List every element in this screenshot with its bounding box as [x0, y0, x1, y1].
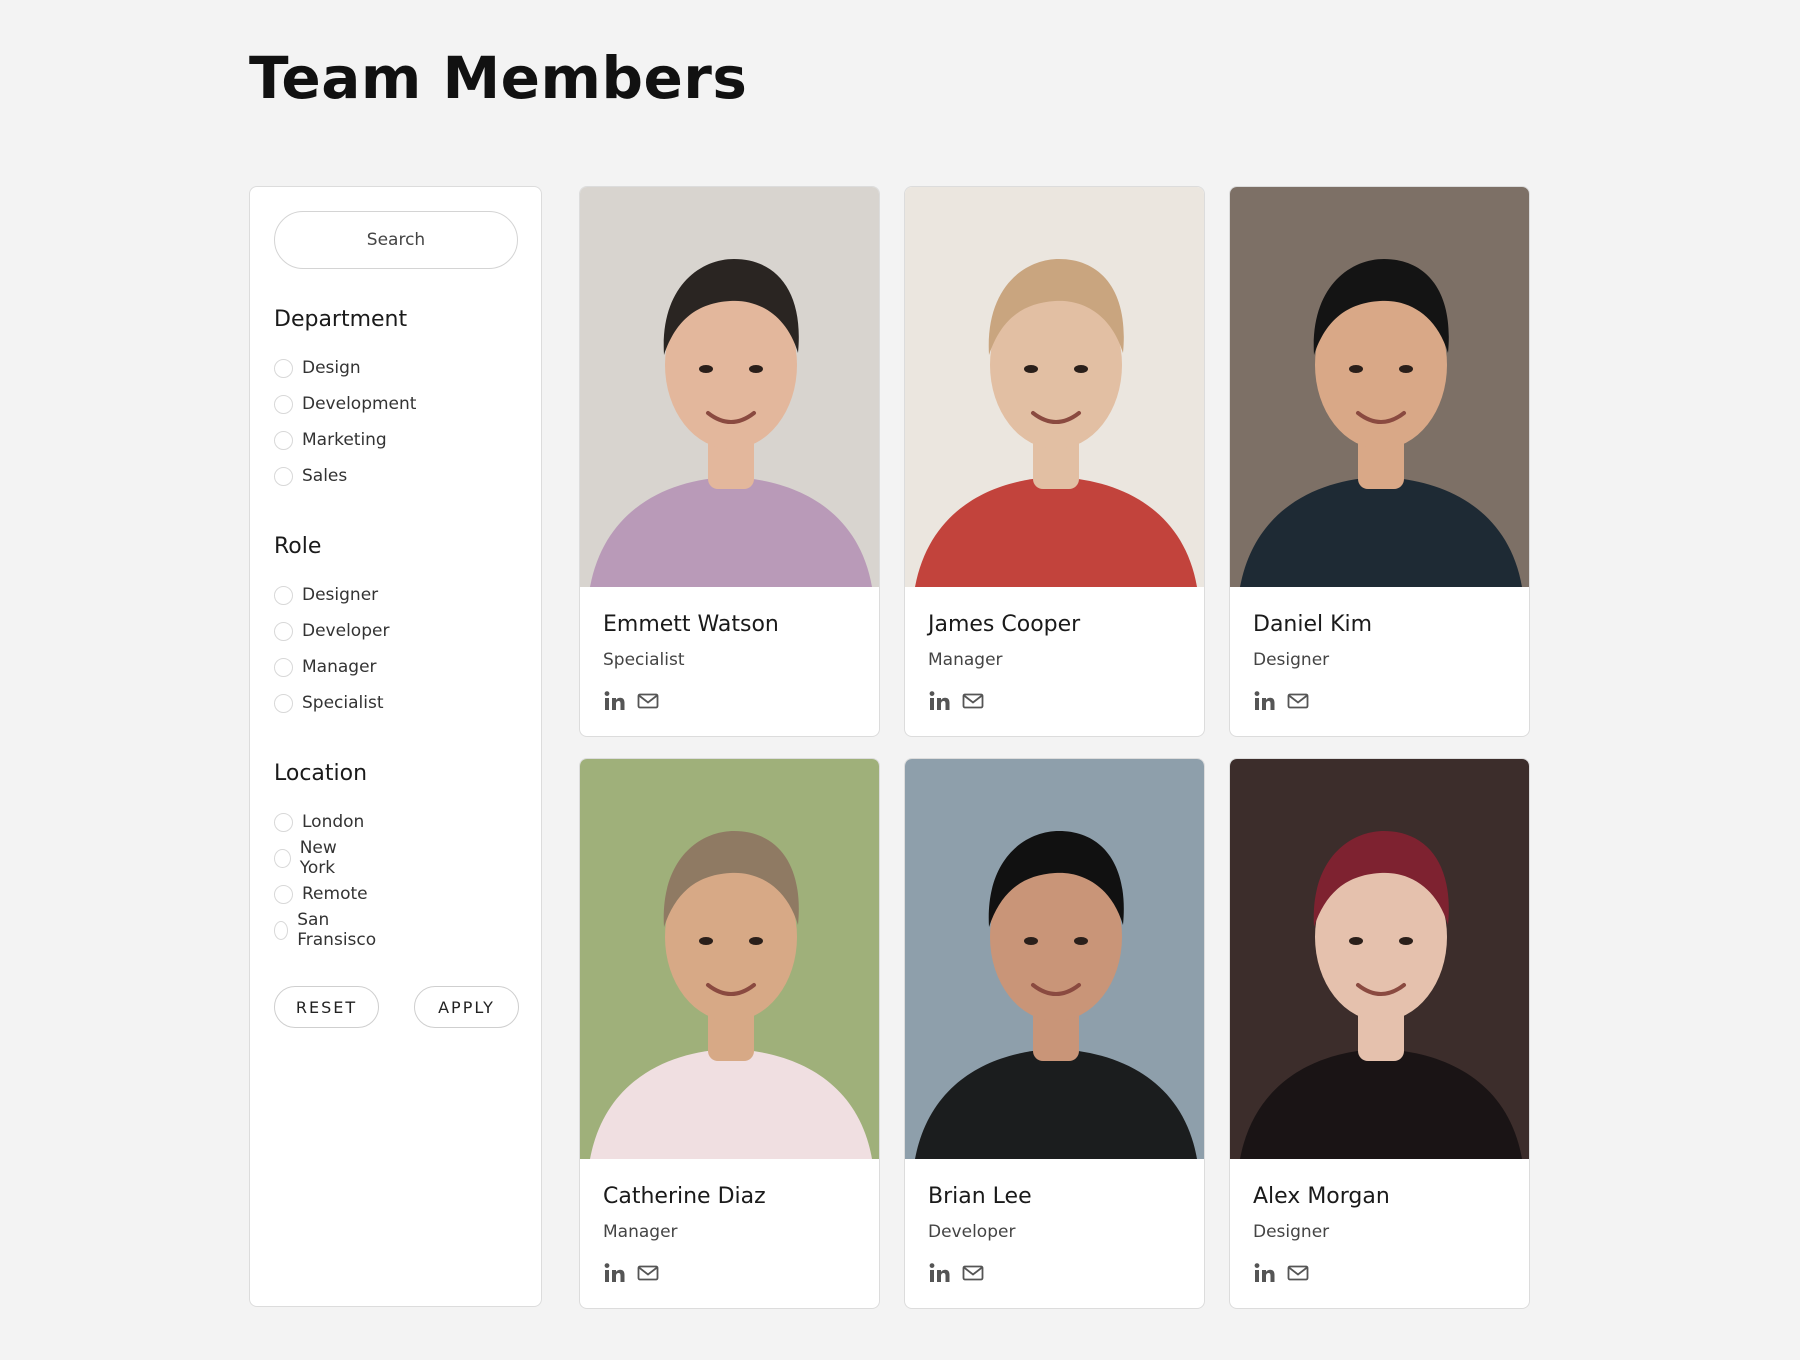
mail-icon[interactable] — [962, 1262, 984, 1284]
filter-option-san-fransisco[interactable]: San Fransisco — [274, 910, 381, 950]
member-name: James Cooper — [928, 612, 1081, 637]
social-links — [603, 1262, 659, 1284]
member-photo — [905, 759, 1204, 1159]
member-role: Designer — [1253, 650, 1330, 670]
member-name: Brian Lee — [928, 1184, 1032, 1209]
member-name: Daniel Kim — [1253, 612, 1373, 637]
radio-button[interactable] — [274, 812, 293, 832]
social-links — [928, 1262, 984, 1284]
member-name: Catherine Diaz — [603, 1184, 766, 1209]
member-photo — [1230, 759, 1529, 1159]
reset-button[interactable]: RESET — [274, 986, 379, 1028]
member-role: Manager — [603, 1222, 678, 1242]
filter-option-london[interactable]: London — [274, 808, 364, 836]
option-label: Development — [302, 394, 417, 414]
mail-icon[interactable] — [637, 1262, 659, 1284]
radio-button[interactable] — [274, 693, 293, 713]
filter-option-design[interactable]: Design — [274, 354, 361, 382]
member-card[interactable]: James Cooper Manager — [904, 186, 1205, 737]
member-name: Alex Morgan — [1253, 1184, 1390, 1209]
mail-icon[interactable] — [637, 690, 659, 712]
option-label: Remote — [302, 884, 368, 904]
filter-option-designer[interactable]: Designer — [274, 581, 378, 609]
radio-button[interactable] — [274, 657, 293, 677]
radio-button[interactable] — [274, 884, 293, 904]
option-label: San Fransisco — [297, 910, 377, 950]
filter-group-title: Role — [274, 534, 322, 559]
option-label: Designer — [302, 585, 379, 605]
filter-option-manager[interactable]: Manager — [274, 653, 377, 681]
filter-option-development[interactable]: Development — [274, 390, 416, 418]
filter-option-sales[interactable]: Sales — [274, 462, 347, 490]
member-photo — [580, 187, 879, 587]
radio-button[interactable] — [274, 848, 291, 868]
radio-button[interactable] — [274, 585, 293, 605]
mail-icon[interactable] — [1287, 690, 1309, 712]
filter-option-remote[interactable]: Remote — [274, 880, 368, 908]
filter-option-specialist[interactable]: Specialist — [274, 689, 384, 717]
filter-option-new-york[interactable]: New York — [274, 838, 367, 878]
radio-button[interactable] — [274, 430, 293, 450]
member-name: Emmett Watson — [603, 612, 779, 637]
option-label: Manager — [302, 657, 377, 677]
radio-button[interactable] — [274, 621, 293, 641]
radio-button[interactable] — [274, 394, 293, 414]
social-links — [1253, 690, 1309, 712]
member-card[interactable]: Daniel Kim Designer — [1229, 186, 1530, 737]
option-label: Marketing — [302, 430, 387, 450]
linkedin-icon[interactable] — [1253, 1262, 1275, 1284]
department-filter: Department Design Development Marketing … — [274, 307, 416, 486]
search-input[interactable] — [274, 211, 518, 269]
member-card[interactable]: Brian Lee Developer — [904, 758, 1205, 1309]
member-photo — [580, 759, 879, 1159]
apply-button[interactable]: APPLY — [414, 986, 519, 1028]
social-links — [603, 690, 659, 712]
social-links — [928, 690, 984, 712]
linkedin-icon[interactable] — [928, 690, 950, 712]
filter-option-marketing[interactable]: Marketing — [274, 426, 387, 454]
linkedin-icon[interactable] — [1253, 690, 1275, 712]
member-card[interactable]: Alex Morgan Designer — [1229, 758, 1530, 1309]
member-photo — [1230, 187, 1529, 587]
option-label: New York — [299, 838, 337, 878]
page-title: Team Members — [249, 44, 748, 112]
member-role: Specialist — [603, 650, 685, 670]
option-label: Design — [302, 358, 361, 378]
filter-option-developer[interactable]: Developer — [274, 617, 389, 645]
option-label: Sales — [302, 466, 348, 486]
location-filter: Location London New York Remote San Fran… — [274, 761, 376, 950]
member-card[interactable]: Catherine Diaz Manager — [579, 758, 880, 1309]
option-label: London — [302, 812, 365, 832]
role-filter: Role Designer Developer Manager Speciali… — [274, 534, 389, 713]
linkedin-icon[interactable] — [603, 1262, 625, 1284]
social-links — [1253, 1262, 1309, 1284]
option-label: Specialist — [302, 693, 384, 713]
member-role: Developer — [928, 1222, 1016, 1242]
radio-button[interactable] — [274, 358, 293, 378]
radio-button[interactable] — [274, 920, 289, 940]
linkedin-icon[interactable] — [603, 690, 625, 712]
filter-group-title: Department — [274, 307, 408, 332]
member-photo — [905, 187, 1204, 587]
mail-icon[interactable] — [962, 690, 984, 712]
linkedin-icon[interactable] — [928, 1262, 950, 1284]
member-role: Designer — [1253, 1222, 1330, 1242]
member-card[interactable]: Emmett Watson Specialist — [579, 186, 880, 737]
member-role: Manager — [928, 650, 1003, 670]
filter-group-title: Location — [274, 761, 368, 786]
option-label: Developer — [302, 621, 390, 641]
radio-button[interactable] — [274, 466, 293, 486]
mail-icon[interactable] — [1287, 1262, 1309, 1284]
filter-panel: Department Design Development Marketing … — [249, 186, 542, 1307]
